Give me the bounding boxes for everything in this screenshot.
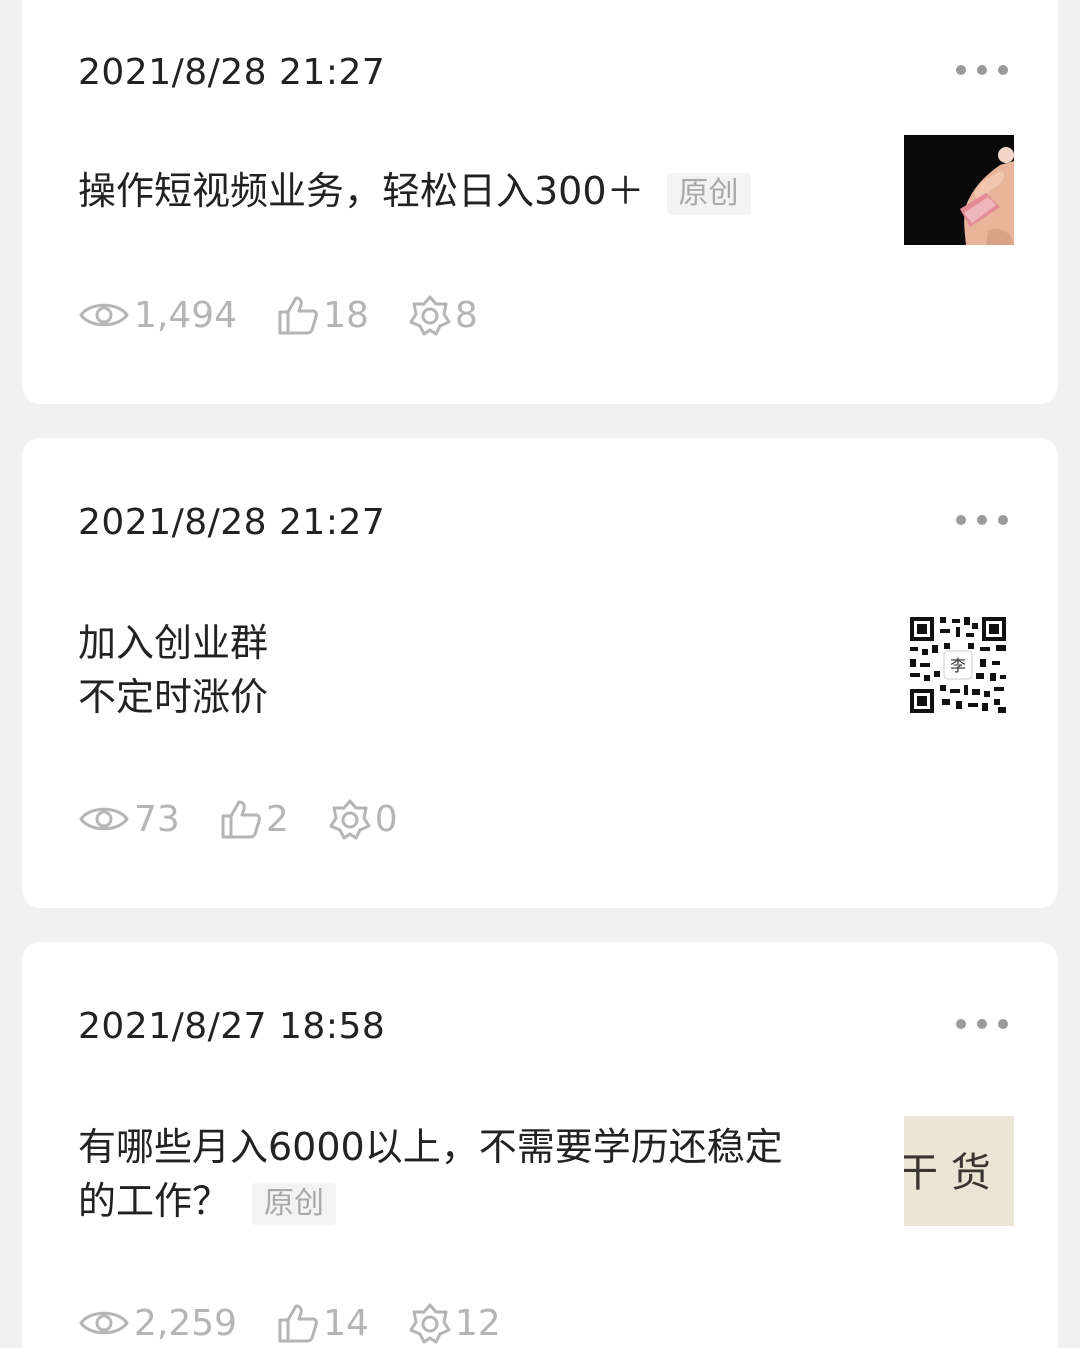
article-title-line: 有哪些月入6000以上，不需要学历还稳定 [78, 1125, 783, 1169]
share-star-icon [329, 799, 371, 840]
original-badge: 原创 [666, 172, 751, 215]
calligraphy-text: 干 货 [904, 1150, 991, 1196]
article-card[interactable]: 2021/8/28 21:27 操作短视频业务，轻松日入300＋ 原创 1,49… [22, 0, 1058, 404]
view-count-value: 2,259 [134, 1302, 238, 1344]
eye-icon [79, 303, 129, 327]
share-star-icon [409, 295, 451, 336]
article-title[interactable]: 操作短视频业务，轻松日入300＋ 原创 [78, 164, 848, 218]
like-count-value: 2 [265, 798, 289, 840]
article-title-line: 操作短视频业务，轻松日入300＋ [78, 169, 645, 213]
article-title-line: 不定时涨价 [78, 675, 269, 719]
post-timestamp: 2021/8/27 18:58 [78, 1006, 386, 1047]
post-stats: 1,494 18 8 [78, 290, 518, 340]
view-count: 73 [78, 799, 180, 840]
more-options-icon[interactable] [956, 510, 1008, 530]
article-thumbnail[interactable]: 干 货 [904, 1116, 1014, 1226]
share-count[interactable]: 8 [409, 294, 478, 336]
thumbs-up-icon [221, 800, 261, 839]
eye-icon [79, 1311, 129, 1335]
share-count-value: 12 [454, 1302, 501, 1344]
article-card[interactable]: 2021/8/27 18:58 有哪些月入6000以上，不需要学历还稳定 的工作… [22, 942, 1058, 1348]
article-feed: 2021/8/28 21:27 操作短视频业务，轻松日入300＋ 原创 1,49… [0, 0, 1080, 1348]
post-stats: 2,259 14 12 [78, 1298, 541, 1348]
post-timestamp: 2021/8/28 21:27 [78, 52, 386, 93]
article-title-line: 的工作？ [78, 1179, 231, 1223]
like-count[interactable]: 2 [220, 798, 289, 840]
article-thumbnail[interactable]: 李 [906, 613, 1010, 717]
like-count[interactable]: 18 [277, 294, 369, 336]
share-star-icon [409, 1303, 451, 1344]
view-count: 2,259 [78, 1303, 237, 1344]
article-title[interactable]: 有哪些月入6000以上，不需要学历还稳定 的工作？ 原创 [78, 1120, 848, 1228]
post-timestamp: 2021/8/28 21:27 [78, 502, 386, 543]
original-badge: 原创 [252, 1182, 337, 1225]
article-thumbnail[interactable] [904, 135, 1014, 245]
like-count-value: 18 [323, 294, 369, 336]
share-count-value: 0 [374, 798, 398, 840]
more-options-icon[interactable] [956, 60, 1008, 80]
view-count-value: 1,494 [134, 294, 238, 336]
article-title-line: 加入创业群 [78, 621, 269, 665]
thumbs-up-icon [278, 1304, 318, 1343]
calligraphy-image-icon: 干 货 [904, 1116, 1014, 1226]
like-count[interactable]: 14 [277, 1302, 369, 1344]
eye-icon [79, 807, 129, 831]
article-card[interactable]: 2021/8/28 21:27 加入创业群 不定时涨价 李 73 2 0 [22, 438, 1058, 908]
share-count[interactable]: 0 [329, 798, 398, 840]
post-stats: 73 2 0 [78, 794, 438, 844]
share-count[interactable]: 12 [409, 1302, 501, 1344]
like-count-value: 14 [323, 1302, 369, 1344]
more-options-icon[interactable] [956, 1014, 1008, 1034]
qr-center-label: 李 [950, 656, 966, 675]
view-count-value: 73 [134, 798, 180, 840]
share-count-value: 8 [454, 294, 478, 336]
qr-code-image-icon: 李 [906, 613, 1010, 717]
thumbs-up-icon [278, 296, 318, 335]
view-count: 1,494 [78, 295, 237, 336]
article-title[interactable]: 加入创业群 不定时涨价 [78, 616, 848, 724]
hand-money-photo-icon [904, 135, 1014, 245]
